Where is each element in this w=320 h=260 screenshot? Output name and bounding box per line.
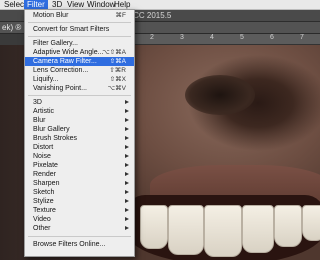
photo-nostril (185, 75, 255, 115)
ruler-number: 2 (150, 34, 154, 41)
submenu-arrow-icon (125, 154, 129, 158)
menu-item-label: Artistic (33, 108, 54, 115)
photo-tooth (274, 205, 302, 247)
menu-separator (28, 22, 131, 23)
menu-item-label: Camera Raw Filter... (33, 58, 97, 65)
photo-tooth (140, 205, 168, 249)
shortcut-label: ⌥⇧⌘A (102, 49, 126, 56)
menu-item-label: Convert for Smart Filters (33, 26, 110, 33)
menu-item-label: Liquify... (33, 76, 59, 83)
menu-item-label: Blur (33, 117, 46, 124)
menu-item-camera-raw-filter[interactable]: Camera Raw Filter... ⇧⌘A (25, 57, 134, 66)
menu-item-label: Filter Gallery... (33, 40, 78, 47)
menu-filter[interactable]: Filter (24, 0, 48, 9)
menu-item-vanishing-point[interactable]: Vanishing Point... ⌥⌘V (25, 84, 134, 93)
menu-item-brush-strokes[interactable]: Brush Strokes (25, 134, 134, 143)
submenu-arrow-icon (125, 163, 129, 167)
submenu-arrow-icon (125, 136, 129, 140)
menu-item-filter-gallery[interactable]: Filter Gallery... (25, 39, 134, 48)
menu-item-label: Browse Filters Online... (33, 241, 106, 248)
ruler-number: 7 (300, 34, 304, 41)
menu-item-blur-gallery[interactable]: Blur Gallery (25, 125, 134, 134)
menu-item-label: Pixelate (33, 162, 58, 169)
menu-item-adaptive-wide-angle[interactable]: Adaptive Wide Angle... ⌥⇧⌘A (25, 48, 134, 57)
horizontal-ruler: 1 2 3 4 5 6 7 (110, 34, 320, 45)
submenu-arrow-icon (125, 145, 129, 149)
menu-separator (28, 95, 131, 96)
submenu-arrow-icon (125, 118, 129, 122)
shortcut-label: ⇧⌘X (109, 76, 126, 83)
ruler-number: 4 (210, 34, 214, 41)
ruler-number: 6 (270, 34, 274, 41)
menu-separator (28, 36, 131, 37)
menu-item-label: Vanishing Point... (33, 85, 87, 92)
menu-item-artistic[interactable]: Artistic (25, 107, 134, 116)
shortcut-label: ⇧⌘A (109, 58, 126, 65)
menu-item-distort[interactable]: Distort (25, 143, 134, 152)
menu-item-3d[interactable]: 3D (25, 98, 134, 107)
menu-item-convert-smart-filters[interactable]: Convert for Smart Filters (25, 25, 134, 34)
menu-item-browse-filters-online[interactable]: Browse Filters Online... (25, 240, 134, 249)
photo-tooth (204, 205, 242, 257)
menu-item-label: Other (33, 225, 51, 232)
submenu-arrow-icon (125, 172, 129, 176)
menu-item-texture[interactable]: Texture (25, 206, 134, 215)
menu-item-sharpen[interactable]: Sharpen (25, 179, 134, 188)
menu-item-video[interactable]: Video (25, 215, 134, 224)
menu-item-label: Video (33, 216, 51, 223)
menu-item-label: Adaptive Wide Angle... (33, 49, 104, 56)
menu-item-render[interactable]: Render (25, 170, 134, 179)
submenu-arrow-icon (125, 181, 129, 185)
menu-item-label: Noise (33, 153, 51, 160)
menu-item-label: Sketch (33, 189, 55, 196)
submenu-arrow-icon (125, 199, 129, 203)
submenu-arrow-icon (125, 226, 129, 230)
submenu-arrow-icon (125, 127, 129, 131)
menu-item-label: Blur Gallery (33, 126, 70, 133)
menu-item-label: Render (33, 171, 56, 178)
menu-item-noise[interactable]: Noise (25, 152, 134, 161)
menu-item-liquify[interactable]: Liquify... ⇧⌘X (25, 75, 134, 84)
menu-item-label: Texture (33, 207, 56, 214)
submenu-arrow-icon (125, 190, 129, 194)
menu-item-stylize[interactable]: Stylize (25, 197, 134, 206)
menu-item-pixelate[interactable]: Pixelate (25, 161, 134, 170)
submenu-arrow-icon (125, 208, 129, 212)
menu-separator (28, 236, 131, 237)
ruler-number: 5 (240, 34, 244, 41)
submenu-arrow-icon (125, 109, 129, 113)
ruler-number: 3 (180, 34, 184, 41)
menu-item-label: Distort (33, 144, 54, 151)
photo-tooth (168, 205, 204, 255)
menu-item-sketch[interactable]: Sketch (25, 188, 134, 197)
menu-item-blur[interactable]: Blur (25, 116, 134, 125)
menu-item-label: Lens Correction... (33, 67, 89, 74)
shortcut-label: ⇧⌘R (109, 67, 126, 74)
menu-3d[interactable]: 3D (49, 0, 65, 9)
shortcut-label: ⌥⌘V (107, 85, 126, 92)
menu-item-lens-correction[interactable]: Lens Correction... ⇧⌘R (25, 66, 134, 75)
menu-item-last-filter[interactable]: Motion Blur ⌘F (25, 11, 134, 20)
shortcut-label: ⌘F (115, 12, 126, 19)
menu-item-label: Motion Blur (33, 12, 69, 19)
menu-help[interactable]: Help (111, 0, 133, 9)
menu-item-label: Sharpen (33, 180, 60, 187)
submenu-arrow-icon (125, 100, 129, 104)
photo-tooth (302, 205, 320, 241)
menu-item-label: Brush Strokes (33, 135, 77, 142)
menu-item-label: Stylize (33, 198, 54, 205)
photo-tooth (242, 205, 274, 253)
submenu-arrow-icon (125, 217, 129, 221)
menu-item-other[interactable]: Other (25, 224, 134, 233)
menu-item-label: 3D (33, 99, 42, 106)
filter-menu-dropdown: Motion Blur ⌘F Convert for Smart Filters… (24, 9, 135, 257)
